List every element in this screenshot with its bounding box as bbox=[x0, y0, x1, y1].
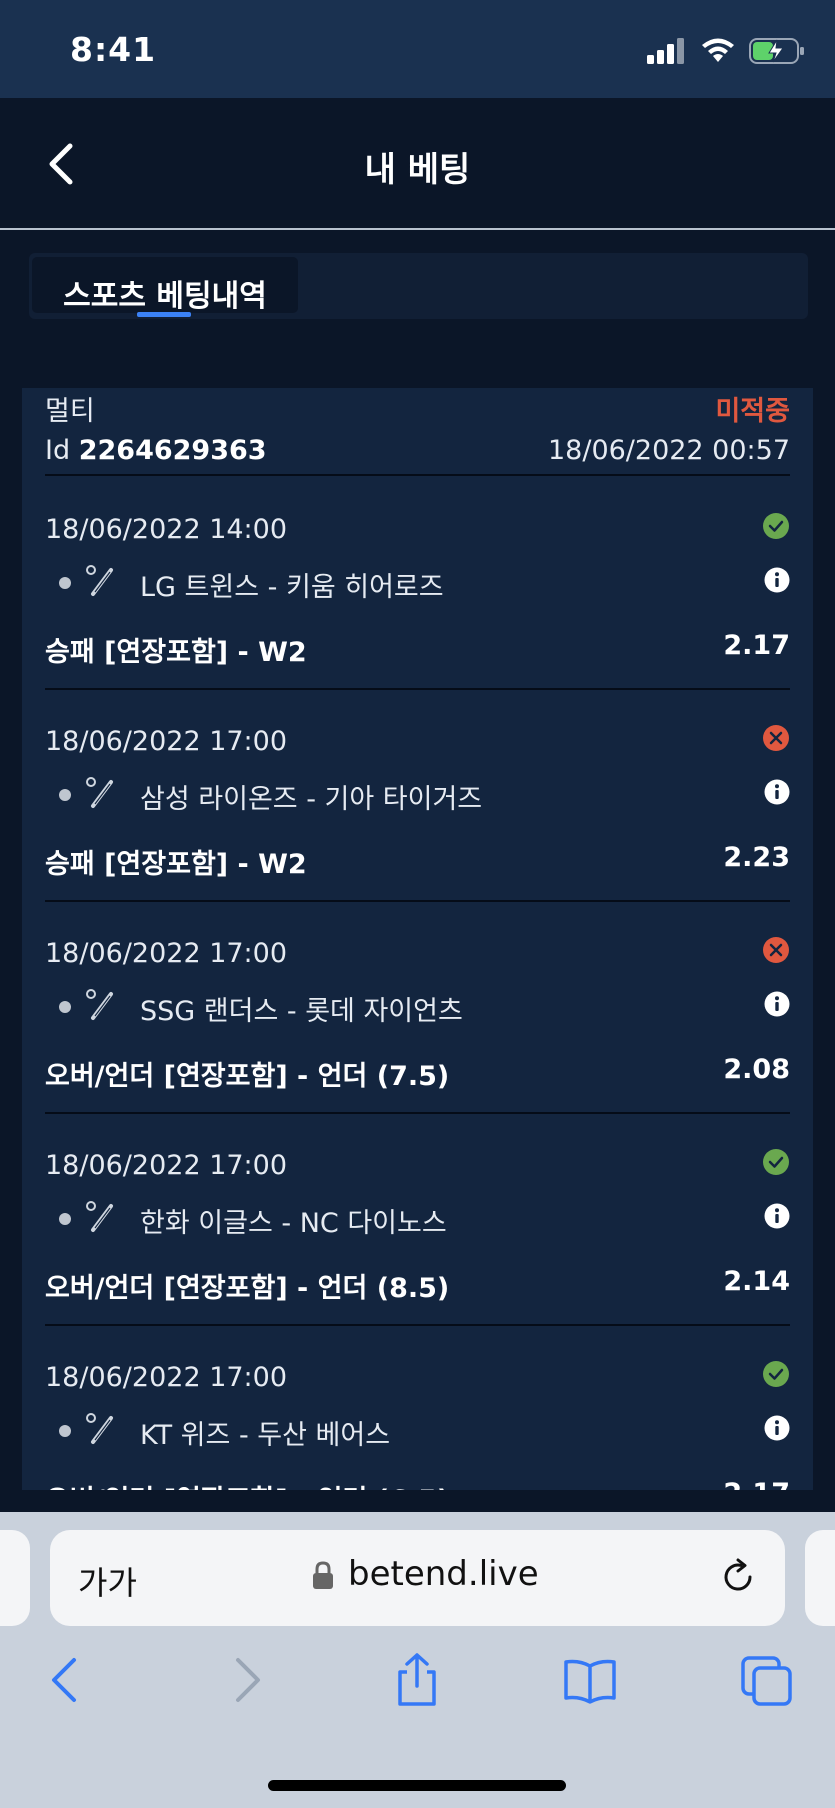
selection-match-row: LG 트윈스 - 키움 히어로즈 bbox=[45, 564, 790, 603]
browser-forward-icon[interactable] bbox=[218, 1652, 272, 1708]
reload-icon[interactable] bbox=[719, 1558, 757, 1596]
selection-match: 한화 이글스 - NC 다이노스 bbox=[140, 1208, 447, 1239]
browser-nav-row bbox=[0, 1652, 835, 1722]
bet-selection: 18/06/2022 14:00 LG 트윈스 - 키움 히어로즈 승패 [연장… bbox=[45, 478, 790, 690]
selection-match: SSG 랜더스 - 롯데 자이언츠 bbox=[140, 996, 463, 1027]
baseball-icon bbox=[86, 989, 113, 1020]
baseball-icon bbox=[86, 777, 113, 808]
bookmarks-icon[interactable] bbox=[563, 1652, 617, 1708]
live-dot bbox=[59, 1213, 71, 1225]
selection-odds: 2.17 bbox=[723, 630, 790, 661]
won-check-icon bbox=[763, 513, 789, 539]
selection-match: KT 위즈 - 두산 베어스 bbox=[140, 1420, 391, 1451]
selection-market: 오버/언더 [연장포함] - 언더 (8.5) bbox=[45, 1273, 450, 1304]
selection-match-row: 한화 이글스 - NC 다이노스 bbox=[45, 1200, 790, 1239]
status-icons bbox=[647, 34, 805, 68]
lock-icon bbox=[313, 1561, 333, 1589]
baseball-icon bbox=[86, 565, 113, 596]
previous-tab-preview[interactable] bbox=[0, 1530, 30, 1626]
bet-status-badge: 미적중 bbox=[715, 396, 790, 427]
selection-market: 승패 [연장포함] - W2 bbox=[45, 637, 307, 668]
selection-market: 오버/언더 [연장포함] - 언더 (6.5) bbox=[45, 1478, 449, 1490]
live-dot bbox=[59, 789, 71, 801]
selection-match-row: SSG 랜더스 - 롯데 자이언츠 bbox=[45, 988, 790, 1027]
selection-time: 18/06/2022 14:00 bbox=[45, 514, 288, 545]
tab-label: 스포츠 베팅내역 bbox=[63, 279, 267, 314]
info-icon[interactable] bbox=[764, 991, 790, 1017]
bet-selection: 18/06/2022 17:00 삼성 라이온즈 - 기아 타이거즈 승패 [연… bbox=[45, 690, 790, 902]
share-icon[interactable] bbox=[390, 1652, 444, 1708]
selection-odds: 2.14 bbox=[723, 1266, 790, 1297]
selection-time: 18/06/2022 17:00 bbox=[45, 726, 288, 757]
bet-id-label: Id bbox=[45, 435, 71, 466]
lost-x-icon bbox=[763, 725, 789, 751]
selection-odds: 2.08 bbox=[723, 1054, 790, 1085]
next-tab-preview[interactable] bbox=[805, 1530, 835, 1626]
bet-id: Id 2264629363 bbox=[45, 435, 267, 466]
wifi-icon bbox=[702, 38, 734, 62]
bet-card-header: 멀티 미적중 Id 2264629363 18/06/2022 00:57 bbox=[45, 388, 790, 476]
browser-toolbar: 가가 betend.live bbox=[0, 1512, 835, 1808]
selection-market: 오버/언더 [연장포함] - 언더 (7.5) bbox=[45, 1061, 450, 1092]
battery-charging-icon bbox=[749, 38, 804, 64]
bet-selection: 18/06/2022 17:00 SSG 랜더스 - 롯데 자이언츠 오버/언더… bbox=[45, 902, 790, 1114]
live-dot bbox=[59, 1001, 71, 1013]
app-header: 내 베팅 bbox=[0, 98, 835, 230]
selection-match-row: KT 위즈 - 두산 베어스 bbox=[45, 1412, 790, 1451]
selection-match-row: 삼성 라이온즈 - 기아 타이거즈 bbox=[45, 776, 790, 815]
selection-market: 승패 [연장포함] - W2 bbox=[45, 849, 307, 880]
home-indicator bbox=[268, 1780, 566, 1791]
info-icon[interactable] bbox=[764, 779, 790, 805]
tab-active-indicator bbox=[137, 312, 191, 317]
selection-odds: 2.17 bbox=[723, 1478, 790, 1490]
bet-type: 멀티 bbox=[45, 396, 95, 427]
selection-match: 삼성 라이온즈 - 기아 타이거즈 bbox=[140, 784, 483, 815]
won-check-icon bbox=[763, 1361, 789, 1387]
lost-x-icon bbox=[763, 937, 789, 963]
won-check-icon bbox=[763, 1149, 789, 1175]
bet-selection: 18/06/2022 17:00 한화 이글스 - NC 다이노스 오버/언더 … bbox=[45, 1114, 790, 1326]
info-icon[interactable] bbox=[764, 1415, 790, 1441]
browser-back-icon[interactable] bbox=[40, 1652, 94, 1708]
tab-sports-bet-history[interactable]: 스포츠 베팅내역 bbox=[32, 257, 298, 317]
live-dot bbox=[59, 577, 71, 589]
cellular-signal-icon bbox=[647, 38, 684, 64]
selection-time: 18/06/2022 17:00 bbox=[45, 1362, 288, 1393]
url-text: betend.live bbox=[348, 1554, 539, 1594]
tabs-icon[interactable] bbox=[740, 1652, 794, 1708]
status-bar: 8:41 bbox=[0, 0, 835, 98]
info-icon[interactable] bbox=[764, 567, 790, 593]
bet-placed-date: 18/06/2022 00:57 bbox=[547, 435, 790, 466]
status-time: 8:41 bbox=[70, 30, 157, 69]
selection-time: 18/06/2022 17:00 bbox=[45, 938, 288, 969]
tab-bar: 스포츠 베팅내역 bbox=[29, 253, 808, 319]
baseball-icon bbox=[86, 1201, 113, 1232]
text-size-button[interactable]: 가가 bbox=[78, 1558, 137, 1604]
bet-card: 멀티 미적중 Id 2264629363 18/06/2022 00:57 18… bbox=[22, 388, 813, 1490]
live-dot bbox=[59, 1425, 71, 1437]
bet-id-value: 2264629363 bbox=[78, 435, 267, 466]
selection-match: LG 트윈스 - 키움 히어로즈 bbox=[140, 572, 444, 603]
baseball-icon bbox=[86, 1413, 113, 1444]
selection-odds: 2.23 bbox=[723, 842, 790, 873]
bet-selection: 18/06/2022 17:00 KT 위즈 - 두산 베어스 오버/언더 [연… bbox=[45, 1326, 790, 1490]
page-title: 내 베팅 bbox=[364, 150, 471, 190]
address-bar[interactable]: 가가 betend.live bbox=[50, 1530, 785, 1626]
selection-time: 18/06/2022 17:00 bbox=[45, 1150, 288, 1181]
info-icon[interactable] bbox=[764, 1203, 790, 1229]
